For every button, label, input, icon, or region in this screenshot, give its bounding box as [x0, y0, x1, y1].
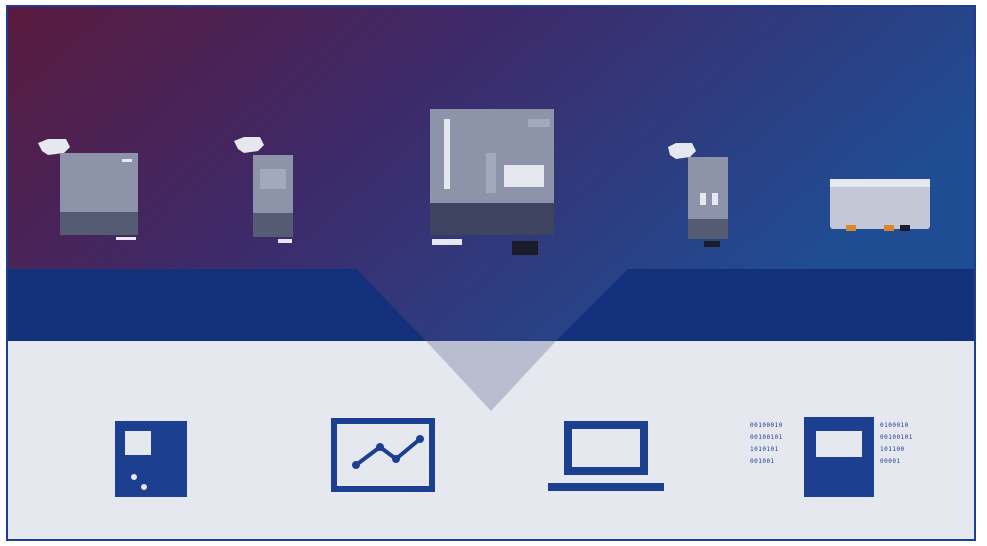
band-left [8, 269, 426, 341]
binary-right-3: 101100 [880, 446, 905, 453]
binary-left-3: 1010101 [750, 446, 779, 453]
device-5-box-enclosure-icon [830, 179, 930, 231]
binary-left-1: 00100010 [750, 422, 783, 429]
binary-left-2: 00100101 [750, 434, 783, 441]
binary-left-4: 001001 [750, 458, 775, 465]
graphic-frame: 00100010 00100101 1010101 001001 0100010… [6, 5, 976, 541]
device-3-controller-module-icon [430, 109, 554, 255]
binary-right-2: 00100101 [880, 434, 913, 441]
binary-right-1: 0100010 [880, 422, 909, 429]
binary-right-4: 00001 [880, 458, 901, 465]
illustration: 00100010 00100101 1010101 001001 0100010… [8, 7, 974, 539]
band-right [556, 269, 974, 341]
handheld-panel-icon [115, 421, 187, 497]
